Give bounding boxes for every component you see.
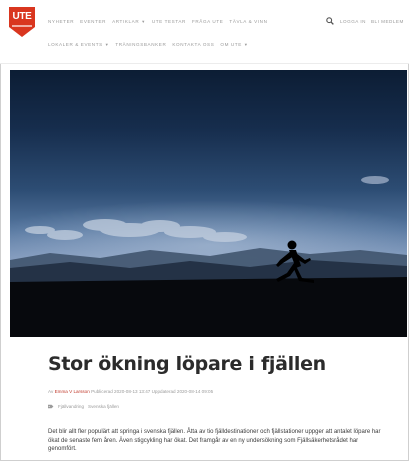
search-icon[interactable]	[326, 17, 334, 25]
caret-down-icon: ▼	[243, 42, 249, 47]
updated-date: Uppdaterad 2020-08-14 09:05	[150, 389, 214, 394]
main-nav-row-1: Nyheter Eventer Artiklar ▼ UTE Testar Frå…	[48, 19, 268, 24]
logo-text: UTE	[12, 11, 32, 22]
nav-item-tavla-vinn[interactable]: Tävla & Vinn	[229, 19, 267, 24]
article-byline: Av Emma V Larsson Publicerad 2020-08-13 …	[48, 389, 214, 394]
caret-down-icon: ▼	[141, 19, 146, 24]
main-nav-row-2: Lokaler & Events ▼ Träningsbanker Kontakt…	[48, 42, 248, 47]
runner-silhouette-image	[10, 176, 407, 337]
nav-item-nyheter[interactable]: Nyheter	[48, 19, 74, 24]
tag-fjallvandring[interactable]: Fjällvandring	[58, 404, 84, 409]
nav-item-fraga-ute[interactable]: Fråga UTE	[192, 19, 223, 24]
article-title: Stor ökning löpare i fjällen	[48, 353, 326, 375]
caret-down-icon: ▼	[104, 42, 110, 47]
article-tags: Fjällvandring Svenska fjällen	[48, 404, 119, 409]
hero-image	[10, 70, 407, 337]
account-links: Logga in Bli medlem	[340, 19, 404, 24]
become-member-link[interactable]: Bli medlem	[371, 19, 404, 24]
published-date: Publicerad 2020-08-13 13:47	[89, 389, 151, 394]
nav-item-artiklar[interactable]: Artiklar ▼	[112, 19, 146, 24]
nav-item-lokaler-events[interactable]: Lokaler & Events ▼	[48, 42, 109, 47]
site-header: UTE Nyheter Eventer Artiklar ▼ UTE Testar…	[0, 0, 409, 64]
nav-item-traningsbanker[interactable]: Träningsbanker	[115, 42, 166, 47]
login-link[interactable]: Logga in	[340, 19, 366, 24]
tag-svenska-fjallen[interactable]: Svenska fjällen	[88, 404, 119, 409]
nav-item-eventer[interactable]: Eventer	[80, 19, 106, 24]
site-logo[interactable]: UTE	[8, 6, 36, 38]
nav-item-kontakta-oss[interactable]: Kontakta oss	[172, 42, 214, 47]
nav-item-om-ute[interactable]: Om UTE ▼	[220, 42, 248, 47]
tag-icon	[48, 404, 54, 409]
article-lead-paragraph: Det blir allt fler populärt att springa …	[48, 429, 381, 453]
nav-item-ute-testar[interactable]: UTE Testar	[152, 19, 186, 24]
author-link[interactable]: Emma V Larsson	[55, 389, 90, 394]
